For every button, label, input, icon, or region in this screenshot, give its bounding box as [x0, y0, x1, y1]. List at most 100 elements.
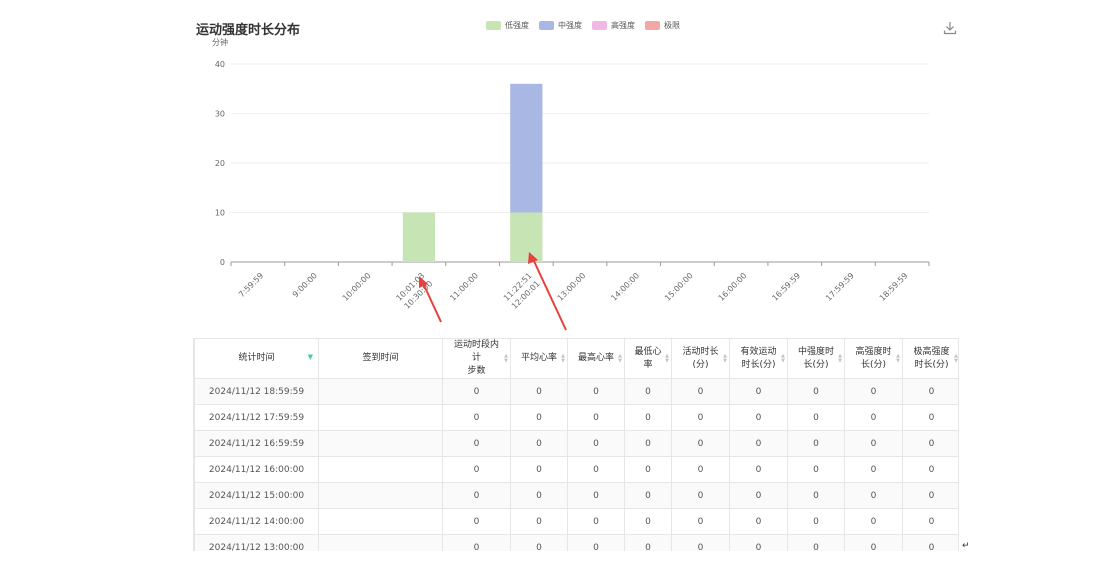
- data-table-container[interactable]: 统计时间 ▼ 签到时间 运动时段内计 步数 ▲ ▼ 平均心率 ▲ ▼ 最高心率 ▲ ▼ 最低心率 ▲ ▼ 活动时…: [193, 338, 959, 551]
- table-cell: 0: [671, 482, 730, 509]
- table-cell: 2024/11/12 16:00:00: [194, 456, 319, 483]
- sort-caret-icon[interactable]: ▲ ▼: [504, 353, 508, 364]
- table-cell: 0: [510, 378, 568, 405]
- table-cell: 0: [567, 430, 625, 457]
- table-cell: 0: [787, 378, 845, 405]
- table-row[interactable]: 2024/11/12 16:59:59 0 0 0 0 0 0 0 0 0: [194, 430, 958, 457]
- table-cell: 2024/11/12 15:00:00: [194, 482, 319, 509]
- table-cell: 0: [844, 430, 903, 457]
- table-cell: 0: [902, 508, 958, 535]
- column-header-label: 活动时长: [682, 346, 719, 357]
- column-header-label: (分): [692, 359, 709, 370]
- table-cell: 0: [844, 482, 903, 509]
- sort-caret-icon[interactable]: ▲ ▼: [723, 353, 727, 364]
- table-row[interactable]: 2024/11/12 15:00:00 0 0 0 0 0 0 0 0 0: [194, 482, 958, 509]
- column-header-label: 有效运动: [740, 346, 777, 357]
- x-tick-label: 16:59:59: [770, 271, 802, 303]
- x-tick-label: 17:59:59: [824, 271, 856, 303]
- table-cell: 0: [624, 482, 672, 509]
- sort-caret-icon[interactable]: ▲ ▼: [618, 353, 622, 364]
- table-cell: 0: [510, 430, 568, 457]
- x-tick-label: 18:59:59: [878, 271, 910, 303]
- column-header[interactable]: 统计时间 ▼: [194, 338, 319, 379]
- table-cell: 0: [844, 456, 903, 483]
- column-header-label: 最低心: [634, 346, 662, 357]
- column-header[interactable]: 签到时间: [318, 338, 443, 379]
- sort-caret-icon[interactable]: ▲ ▼: [561, 353, 565, 364]
- y-tick-label: 0: [220, 258, 225, 267]
- table-cell: 0: [729, 456, 788, 483]
- column-header[interactable]: 高强度时长(分) ▲ ▼: [844, 338, 903, 379]
- table-cell: 0: [729, 378, 788, 405]
- sort-caret-icon[interactable]: ▲ ▼: [665, 353, 669, 364]
- table-row[interactable]: 2024/11/12 16:00:00 0 0 0 0 0 0 0 0 0: [194, 456, 958, 483]
- table-cell: 0: [510, 482, 568, 509]
- table-cell: 0: [671, 378, 730, 405]
- column-header[interactable]: 运动时段内计步数 ▲ ▼: [442, 338, 511, 379]
- table-cell: 0: [510, 534, 568, 551]
- table-cell: 0: [567, 482, 625, 509]
- sort-caret-icon[interactable]: ▲ ▼: [838, 353, 842, 364]
- table-cell: 0: [902, 404, 958, 431]
- sort-caret-icon[interactable]: ▲ ▼: [954, 353, 958, 364]
- table-cell: 0: [442, 482, 511, 509]
- table-cell: [318, 378, 443, 405]
- table-cell: 0: [844, 404, 903, 431]
- table-cell: 0: [787, 456, 845, 483]
- table-cell: [318, 430, 443, 457]
- column-header[interactable]: 有效运动 时长(分) ▲ ▼: [729, 338, 788, 379]
- table-cell: 0: [671, 508, 730, 535]
- column-header-label: 最高心率: [577, 353, 614, 363]
- column-header[interactable]: 极高强度 时长(分) ▲ ▼: [902, 338, 958, 379]
- table-cell: 0: [729, 430, 788, 457]
- table-cell: 0: [844, 378, 903, 405]
- table-cell: [318, 508, 443, 535]
- table-row[interactable]: 2024/11/12 13:00:00 0 0 0 0 0 0 0 0 0: [194, 534, 958, 551]
- x-tick-label: 13:00:00: [556, 271, 588, 303]
- bar-segment: [510, 83, 543, 213]
- sort-desc-icon[interactable]: ▼: [308, 351, 313, 364]
- annotation-arrow: [422, 282, 442, 323]
- table-cell: 2024/11/12 13:00:00: [194, 534, 319, 551]
- table-cell: 0: [902, 482, 958, 509]
- table-cell: 2024/11/12 16:59:59: [194, 430, 319, 457]
- table-row[interactable]: 2024/11/12 17:59:59 0 0 0 0 0 0 0 0 0: [194, 404, 958, 431]
- table-cell: 0: [671, 404, 730, 431]
- table-row[interactable]: 2024/11/12 18:59:59 0 0 0 0 0 0 0 0 0: [194, 378, 958, 405]
- column-header[interactable]: 中强度时 长(分) ▲ ▼: [787, 338, 845, 379]
- table-cell: 2024/11/12 17:59:59: [194, 404, 319, 431]
- column-header-label: 运动时段内计: [453, 340, 499, 363]
- table-cell: 0: [844, 534, 903, 551]
- table-cell: 0: [510, 404, 568, 431]
- column-header-label: 签到时间: [362, 353, 399, 363]
- table-cell: 0: [729, 534, 788, 551]
- x-tick-label: 10:00:00: [341, 271, 373, 303]
- sort-caret-icon[interactable]: ▲ ▼: [781, 353, 785, 364]
- x-tick-label: 9:00:00: [291, 271, 319, 299]
- table-cell: 2024/11/12 18:59:59: [194, 378, 319, 405]
- table-cell: 0: [729, 404, 788, 431]
- table-cell: 0: [567, 404, 625, 431]
- table-row[interactable]: 2024/11/12 14:00:00 0 0 0 0 0 0 0 0 0: [194, 508, 958, 535]
- table-cell: 0: [787, 482, 845, 509]
- table-cell: 0: [671, 430, 730, 457]
- table-cell: 0: [442, 404, 511, 431]
- table-cell: 0: [442, 534, 511, 551]
- table-cell: 0: [787, 430, 845, 457]
- table-cell: 0: [844, 508, 903, 535]
- table-cell: 0: [787, 404, 845, 431]
- table-cell: 0: [624, 456, 672, 483]
- table-cell: 0: [510, 508, 568, 535]
- column-header[interactable]: 活动时长 (分) ▲ ▼: [671, 338, 730, 379]
- table-cell: 0: [442, 430, 511, 457]
- column-header-label: 长(分): [860, 359, 887, 370]
- sort-caret-icon[interactable]: ▲ ▼: [896, 353, 900, 364]
- column-header-label: 高强度时: [855, 346, 892, 357]
- column-header[interactable]: 平均心率 ▲ ▼: [510, 338, 568, 379]
- column-header[interactable]: 最高心率 ▲ ▼: [567, 338, 625, 379]
- column-header[interactable]: 最低心率 ▲ ▼: [624, 338, 672, 379]
- table-cell: [318, 404, 443, 431]
- table-cell: 0: [567, 378, 625, 405]
- column-header-label: 步数: [467, 366, 486, 376]
- bar-segment: [510, 212, 543, 262]
